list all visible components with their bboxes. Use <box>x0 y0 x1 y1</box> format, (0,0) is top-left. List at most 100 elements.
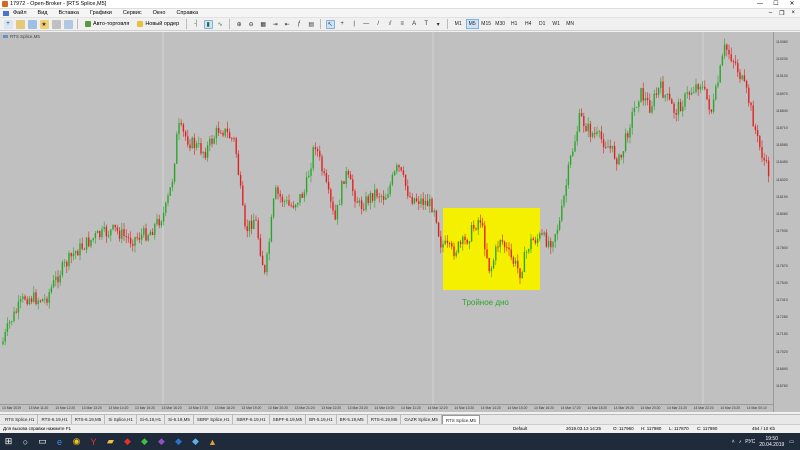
menu-view[interactable]: Вид <box>38 10 48 16</box>
search-icon[interactable]: ○ <box>17 433 34 450</box>
chart-close-icon[interactable]: × <box>791 10 795 17</box>
timeframe-m5[interactable]: M5 <box>465 19 479 29</box>
menu-charts[interactable]: Графики <box>90 10 112 16</box>
chart-tab[interactable]: Si-6.19,M5 <box>165 415 194 424</box>
task-view-icon[interactable]: ▭ <box>34 433 51 450</box>
app-icon-red[interactable]: ◆ <box>119 433 136 450</box>
cursor-icon[interactable]: ↖ <box>325 19 335 29</box>
chart-tab[interactable]: Si-6.19,H1 <box>137 415 166 424</box>
strategy-tester-icon[interactable] <box>63 19 73 29</box>
time-axis-label: 14 Mar 10:20 <box>374 406 395 410</box>
new-order-button[interactable]: Новый ордер <box>133 19 183 30</box>
maximize-button[interactable]: ☐ <box>768 0 784 9</box>
menu-window[interactable]: Окно <box>153 10 166 16</box>
candle <box>50 284 53 294</box>
text-icon[interactable]: A <box>410 20 419 29</box>
minimize-button[interactable]: — <box>752 0 768 9</box>
price-chart[interactable]: RTS Splice,M5 Тройное дно 119360 119230 11… <box>0 32 800 412</box>
chart-tab[interactable]: BR-5.19,H1 <box>306 415 337 424</box>
menu-insert[interactable]: Вставка <box>58 10 78 16</box>
auto-trading-button[interactable]: Авто-торговля <box>81 19 133 30</box>
indicators-icon[interactable]: ƒ <box>295 20 304 29</box>
templates-icon[interactable]: ▤ <box>307 20 316 29</box>
chart-tab[interactable]: BR-5.19,M5 <box>337 415 368 424</box>
candle <box>453 242 455 260</box>
file-explorer-icon[interactable]: ▰ <box>102 433 119 450</box>
profiles-icon[interactable] <box>15 19 25 29</box>
menu-file[interactable]: Файл <box>13 10 27 16</box>
volume-icon[interactable]: ♪ <box>739 439 742 445</box>
chart-tab[interactable]: Si Splice,H1 <box>105 415 137 424</box>
chart-tab[interactable]: RTS-6.19,M5 <box>368 415 402 424</box>
timeframe-h1[interactable]: H1 <box>508 19 521 29</box>
zoom-in-icon[interactable]: ⊕ <box>235 20 244 29</box>
timeframe-w1[interactable]: W1 <box>550 19 563 29</box>
chart-tab[interactable]: SBRF Splice,H1 <box>194 415 234 424</box>
tile-windows-icon[interactable]: ▦ <box>259 20 268 29</box>
trendline-icon[interactable]: / <box>374 20 383 29</box>
chart-tab[interactable]: SBRF-6.19,H1 <box>233 415 270 424</box>
edge-icon[interactable]: e <box>51 433 68 450</box>
terminal-app-icon[interactable]: ▲ <box>204 433 221 450</box>
channel-icon[interactable]: ⫽ <box>386 20 395 29</box>
candle <box>554 233 556 249</box>
chrome-icon[interactable]: ◉ <box>68 433 85 450</box>
app-icon-green[interactable]: ◆ <box>136 433 153 450</box>
horizontal-line-icon[interactable]: — <box>362 20 371 29</box>
candle <box>587 117 589 138</box>
chart-restore-icon[interactable]: ❐ <box>779 10 784 17</box>
candle <box>156 213 158 227</box>
candle <box>407 179 409 200</box>
navigator-icon[interactable]: ★ <box>39 19 49 29</box>
triple-bottom-annotation[interactable]: Тройное дно <box>462 298 509 307</box>
chart-tab[interactable]: RTS Splice,H1 <box>2 415 39 424</box>
vertical-line-icon[interactable]: | <box>350 20 359 29</box>
app-icon-blue[interactable]: ◆ <box>170 433 187 450</box>
chart-tab[interactable]: RTS-6.19,M5 <box>72 415 106 424</box>
app-icon-purple[interactable]: ◆ <box>153 433 170 450</box>
autoscroll-icon[interactable]: ⇥ <box>271 20 280 29</box>
candle <box>723 38 726 60</box>
chart-tab[interactable]: RTS-6.19,H1 <box>38 415 72 424</box>
clock[interactable]: 19:50 20.04.2019 <box>759 436 784 448</box>
language-indicator[interactable]: РУС <box>745 439 755 445</box>
timeframe-h4[interactable]: H4 <box>522 19 535 29</box>
crosshair-icon[interactable]: + <box>338 20 347 29</box>
toolbar-divider <box>77 19 78 29</box>
app-icon-lightblue[interactable]: ◆ <box>187 433 204 450</box>
candle <box>244 203 246 230</box>
time-axis-label: 13 Mar 14:20 <box>108 406 129 410</box>
timeframe-m30[interactable]: M30 <box>494 19 507 29</box>
timeframe-m1[interactable]: M1 <box>452 19 465 29</box>
windows-start-icon[interactable]: ⊞ <box>0 433 17 450</box>
arrows-icon[interactable]: ▾ <box>434 20 443 29</box>
close-button[interactable]: ✕ <box>784 0 800 9</box>
timeframe-mn[interactable]: MN <box>564 19 577 29</box>
candle <box>145 223 147 242</box>
chart-tab[interactable]: SBPF-6.19,M5 <box>270 415 307 424</box>
terminal-icon[interactable] <box>51 19 61 29</box>
new-chart-icon[interactable]: + <box>3 19 13 29</box>
candle <box>420 194 422 209</box>
market-watch-icon[interactable] <box>27 19 37 29</box>
chart-tab[interactable]: RTS Splice,M5 <box>441 415 480 424</box>
candle <box>646 92 649 106</box>
notifications-icon[interactable]: ▭ <box>789 439 794 445</box>
chart-minimize-icon[interactable]: – <box>769 10 772 17</box>
candlestick-icon[interactable]: ▮ <box>203 19 213 29</box>
label-icon[interactable]: T <box>422 20 431 29</box>
menu-help[interactable]: Справка <box>176 10 198 16</box>
chart-tab[interactable]: GAZR Splice,M5 <box>401 415 442 424</box>
bar-chart-icon[interactable]: ┤ <box>192 20 201 29</box>
yandex-icon[interactable]: Y <box>85 433 102 450</box>
candle <box>633 101 636 117</box>
chart-shift-icon[interactable]: ⇤ <box>283 20 292 29</box>
candle <box>486 242 488 260</box>
timeframe-d1[interactable]: D1 <box>536 19 549 29</box>
timeframe-m15[interactable]: M15 <box>480 19 493 29</box>
menu-tools[interactable]: Сервис <box>123 10 142 16</box>
fibonacci-icon[interactable]: ≡ <box>398 20 407 29</box>
zoom-out-icon[interactable]: ⊖ <box>247 20 256 29</box>
tray-arrow-icon[interactable]: ˄ <box>732 439 735 445</box>
line-chart-icon[interactable]: ∿ <box>216 20 225 29</box>
